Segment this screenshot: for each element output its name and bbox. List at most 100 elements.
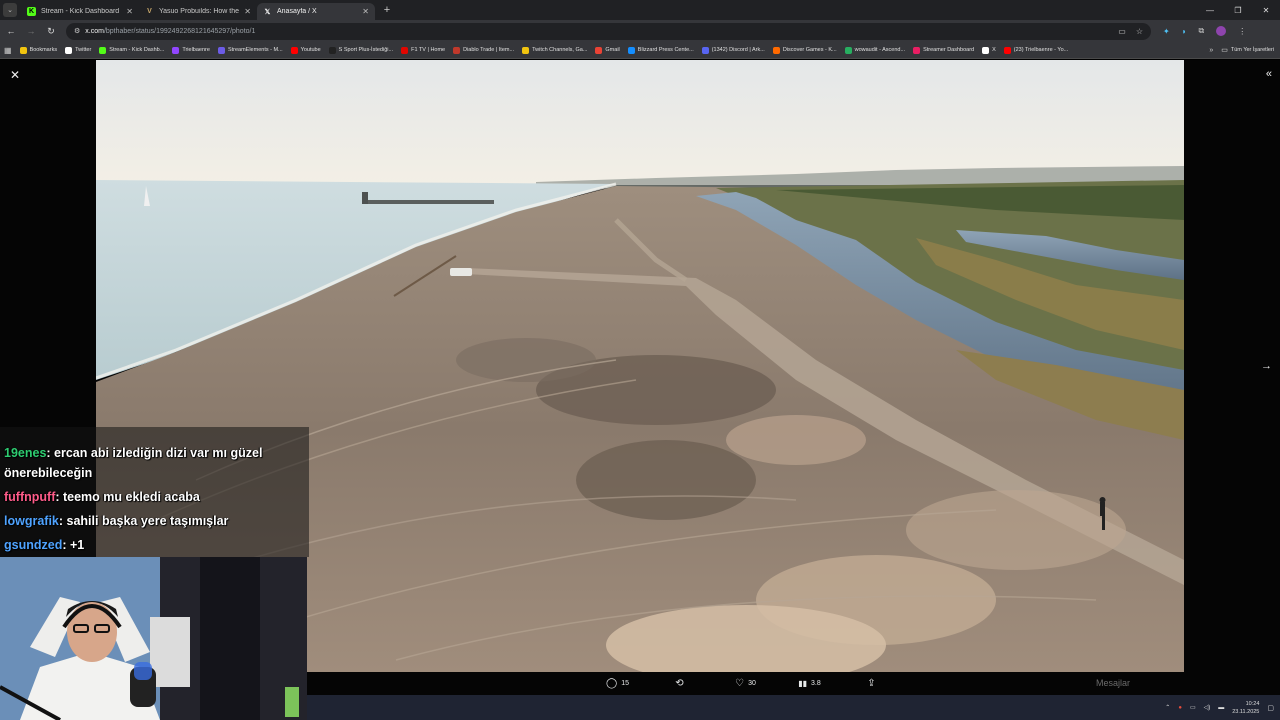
bookmark-favicon-icon [1003,46,1011,54]
new-tab-button[interactable]: + [379,2,395,18]
bookmark-item[interactable]: Twitch Channels, Ga... [522,46,588,54]
url-host: x.com [85,27,104,35]
bookmark-label: (1342) Discord | Ark... [711,47,765,53]
share-button[interactable]: ⇪ [842,678,906,689]
collapse-panel-icon[interactable]: « [1266,68,1272,80]
taskbar-clock[interactable]: 10:24 23.11.2025 [1232,700,1259,716]
microphone-icon[interactable]: ● [1178,705,1182,711]
close-icon[interactable]: ✕ [244,7,251,16]
bookmark-item[interactable]: F1 TV | Home [401,46,445,54]
bookmark-label: StreamElements - M... [227,47,283,53]
tab-search-button[interactable]: ⌄ [3,3,17,17]
bookmark-item[interactable]: Streamer Dashboard [913,46,974,54]
forward-button[interactable]: → [22,22,40,40]
profile-avatar[interactable] [1216,26,1227,36]
battery-icon[interactable]: ▬ [1218,705,1224,711]
bookmark-label: Twitch Channels, Ga... [532,47,588,53]
bookmarks-overflow-button[interactable]: » [1209,47,1213,54]
bookmarks-bar: ▦ Bookmarks Twitter Stream - Kick Dashb...… [0,42,1280,59]
browser-toolbar: ← → ↻ ⚙ x.com/bpthaber/status/1992492268… [0,20,1280,42]
tray-overflow-icon[interactable]: ⌃ [1165,704,1170,711]
close-icon[interactable]: ✕ [126,7,133,16]
site-info-icon[interactable]: ⚙ [74,27,80,35]
bookmark-item[interactable]: Twitter [65,46,92,54]
bookmark-favicon-icon [627,46,635,54]
bookmark-item[interactable]: StreamElements - M... [217,46,283,54]
views-icon: ▮▮ [798,679,808,688]
menu-kebab-icon[interactable]: ⋮ [1238,27,1246,36]
messages-drawer-label[interactable]: Mesajlar [1096,678,1130,688]
next-photo-icon[interactable]: → [1261,360,1272,372]
apps-grid-icon[interactable]: ▦ [4,46,12,55]
bookmark-favicon-icon [453,46,461,54]
webcam-feed [0,557,307,720]
chat-text: : ercan abi izlediğin dizi var mı güzel [46,446,263,460]
bookmark-item[interactable]: Youtube [290,46,321,54]
bookmark-item[interactable]: Stream - Kick Dashb... [99,46,165,54]
bookmark-favicon-icon [401,46,409,54]
notifications-icon[interactable]: ▢ [1267,704,1274,712]
all-bookmarks-label: Tüm Yer İşaretleri [1230,47,1274,53]
tab-kick-dashboard[interactable]: K Stream - Kick Dashboard ✕ [21,3,139,20]
cast-icon[interactable]: ▭ [1118,27,1126,36]
extensions-puzzle-icon[interactable]: ⧉ [1199,26,1205,36]
window-close-button[interactable]: ✕ [1252,0,1280,20]
bookmark-item[interactable]: Bookmarks [19,46,58,54]
bookmark-item[interactable]: (1342) Discord | Ark... [701,46,765,54]
maximize-button[interactable]: ❐ [1224,0,1252,20]
close-icon[interactable]: ✕ [362,7,369,16]
tab-x-home[interactable]: 𝕏 Anasayfa / X ✕ [257,3,375,20]
window-controls: — ❐ ✕ [1196,0,1280,20]
bookmark-favicon-icon [772,46,780,54]
network-icon[interactable]: ▭ [1190,704,1196,711]
bookmark-label: wowaudit - Ascend... [854,47,906,53]
bookmark-favicon-icon [595,46,603,54]
bookmark-item[interactable]: Blizzard Press Cente... [627,46,694,54]
bookmark-item[interactable]: wowaudit - Ascend... [844,46,906,54]
like-button[interactable]: ♡ 30 [714,678,778,689]
chat-username: fuffnpuff [4,490,56,504]
url-path: /bpthaber/status/1992492268121645297/pho… [103,27,256,35]
tab-title: Yasuo Probuilds: How the best [159,8,240,15]
bookmark-star-icon[interactable]: ☆ [1136,27,1143,36]
like-icon: ♡ [735,678,745,689]
all-bookmarks-folder[interactable]: ▭ Tüm Yer İşaretleri [1221,46,1274,54]
tab-yasuo-probuilds[interactable]: V Yasuo Probuilds: How the best ✕ [139,3,257,20]
extension-audio-icon[interactable]: ◗ [1182,27,1187,36]
chat-message: 19enes: ercan abi izlediğin dizi var mı … [4,443,262,464]
reply-button[interactable]: ◯ 15 [586,678,650,689]
stream-chat-overlay: 19enes: ercan abi izlediğin dizi var mı … [0,427,309,557]
reload-button[interactable]: ↻ [42,22,60,40]
clock-date: 23.11.2025 [1232,708,1260,715]
bookmark-favicon-icon [982,46,990,54]
address-bar[interactable]: ⚙ x.com/bpthaber/status/1992492268121645… [66,22,1151,40]
bookmark-item[interactable]: X [982,46,996,54]
views-count: 3.8 [811,680,821,687]
volume-icon[interactable]: ◁) [1204,704,1211,711]
retweet-button[interactable]: ⟲ [650,678,714,689]
views-button[interactable]: ▮▮ 3.8 [778,679,842,688]
like-count: 30 [748,680,756,687]
reply-count: 15 [621,680,629,687]
os-taskbar: ⌃ ● ▭ ◁) ▬ 10:24 23.11.2025 ▢ [307,695,1280,720]
minimize-button[interactable]: — [1196,0,1224,20]
extension-icon[interactable]: ✦ [1163,27,1170,36]
bookmark-label: Stream - Kick Dashb... [109,47,165,53]
bookmark-favicon-icon [65,46,73,54]
bookmark-label: S Sport Plus-İstediği... [338,47,394,53]
back-button[interactable]: ← [2,22,20,40]
bookmark-item[interactable]: Discover Games - K... [772,46,837,54]
kick-icon: K [27,7,36,16]
bookmark-item[interactable]: Gmail [595,46,620,54]
bookmark-item[interactable]: Diablo Trade | Item... [453,46,514,54]
bookmark-label: Discover Games - K... [782,47,837,53]
bookmark-item[interactable]: (23) Trielbaenre - Yo... [1003,46,1068,54]
close-icon[interactable]: ✕ [8,68,22,82]
bookmark-label: Twitter [75,47,92,53]
bookmark-favicon-icon [217,46,225,54]
bookmark-label: Bookmarks [29,47,58,53]
bookmark-favicon-icon [172,46,180,54]
chat-message: lowgrafik: sahili başka yere taşımışlar [4,511,228,532]
bookmark-item[interactable]: Trielbaenre [172,46,210,54]
bookmark-item[interactable]: S Sport Plus-İstediği... [328,46,394,54]
